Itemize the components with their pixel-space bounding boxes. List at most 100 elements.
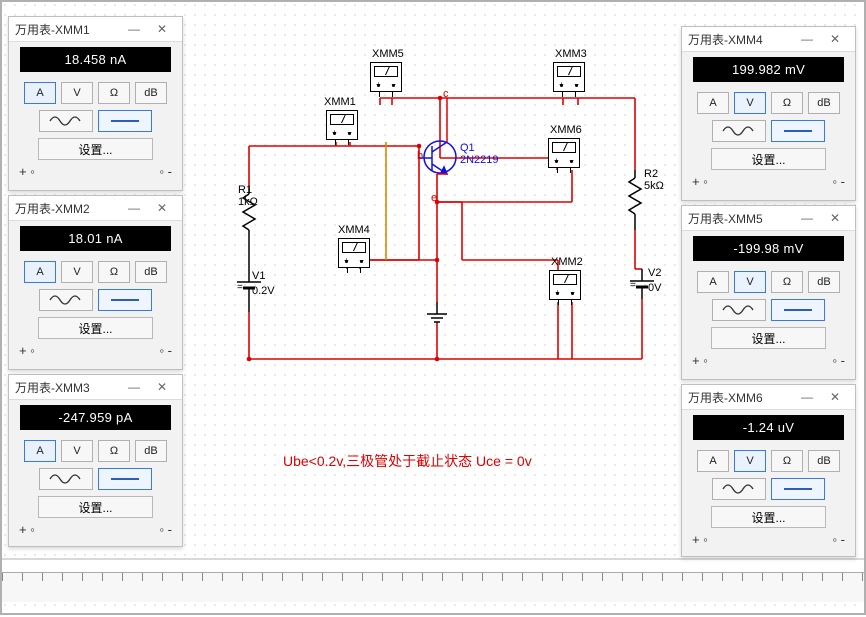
probe-xmm4[interactable]: +−	[338, 238, 370, 268]
meter-xmm4: 万用表-XMM4—✕199.982 mVAVΩdB设置...+ ◦◦ -	[681, 26, 856, 201]
mode-db-button[interactable]: dB	[808, 271, 840, 293]
minus-terminal: ◦ -	[832, 532, 845, 547]
dc-button[interactable]	[771, 478, 825, 500]
node-e: e	[431, 192, 437, 204]
mode-ohm-button[interactable]: Ω	[98, 82, 130, 104]
label-xmm6: XMM6	[550, 124, 582, 136]
minimize-icon[interactable]: —	[120, 22, 148, 36]
close-icon[interactable]: ✕	[821, 32, 849, 46]
mode-v-button[interactable]: V	[734, 92, 766, 114]
settings-button[interactable]: 设置...	[711, 506, 826, 528]
label-xmm5: XMM5	[372, 48, 404, 60]
titlebar[interactable]: 万用表-XMM3—✕	[9, 375, 182, 400]
probe-xmm1[interactable]: +−	[326, 110, 358, 140]
dc-button[interactable]	[98, 110, 152, 132]
close-icon[interactable]: ✕	[821, 211, 849, 225]
window-title: 万用表-XMM1	[15, 21, 120, 38]
label-r2-val: 5kΩ	[644, 180, 664, 192]
probe-xmm5[interactable]: +−	[370, 62, 402, 92]
close-icon[interactable]: ✕	[148, 22, 176, 36]
ac-button[interactable]	[712, 299, 766, 321]
mode-ohm-button[interactable]: Ω	[98, 261, 130, 283]
meter-xmm2: 万用表-XMM2—✕18.01 nAAVΩdB设置...+ ◦◦ -	[8, 195, 183, 370]
settings-button[interactable]: 设置...	[711, 148, 826, 170]
settings-button[interactable]: 设置...	[711, 327, 826, 349]
settings-button[interactable]: 设置...	[38, 317, 153, 339]
mode-ohm-button[interactable]: Ω	[98, 440, 130, 462]
minimize-icon[interactable]: —	[120, 201, 148, 215]
mode-v-button[interactable]: V	[61, 82, 93, 104]
ac-button[interactable]	[39, 468, 93, 490]
mode-v-button[interactable]: V	[61, 440, 93, 462]
probe-xmm2[interactable]: +−	[549, 270, 581, 300]
minimize-icon[interactable]: —	[120, 380, 148, 394]
window-title: 万用表-XMM5	[688, 210, 793, 227]
plus-terminal: + ◦	[19, 343, 35, 358]
minus-terminal: ◦ -	[159, 522, 172, 537]
probe-xmm3[interactable]: +−	[553, 62, 585, 92]
meter-xmm3: 万用表-XMM3—✕ -247.959 pA AVΩdB 设置...+ ◦ ◦ -	[8, 374, 183, 547]
ruler-horizontal	[2, 572, 864, 602]
mode-v-button[interactable]: V	[734, 271, 766, 293]
mode-v-button[interactable]: V	[61, 261, 93, 283]
titlebar[interactable]: 万用表-XMM1—✕	[9, 17, 182, 42]
meter-xmm5: 万用表-XMM5—✕-199.98 mVAVΩdB设置...+ ◦◦ -	[681, 205, 856, 380]
mode-ohm-button[interactable]: Ω	[771, 271, 803, 293]
close-icon[interactable]: ✕	[148, 380, 176, 394]
plus-terminal: + ◦	[19, 522, 35, 537]
node-b: b	[417, 150, 423, 162]
readout: 18.458 nA	[20, 47, 171, 72]
settings-button[interactable]: 设置...	[38, 138, 153, 160]
plus-terminal: + ◦	[692, 353, 708, 368]
window-title: 万用表-XMM4	[688, 31, 793, 48]
mode-db-button[interactable]: dB	[135, 82, 167, 104]
mode-a-button[interactable]: A	[697, 271, 729, 293]
minimize-icon[interactable]: —	[793, 211, 821, 225]
readout: 199.982 mV	[693, 57, 844, 82]
node-c: c	[443, 88, 449, 100]
titlebar[interactable]: 万用表-XMM2—✕	[9, 196, 182, 221]
plus-terminal: + ◦	[19, 164, 35, 179]
meter-xmm1: 万用表-XMM1—✕18.458 nAAVΩdB设置...+ ◦◦ -	[8, 16, 183, 191]
probe-xmm6[interactable]: +−	[548, 138, 580, 168]
label-xmm4: XMM4	[338, 224, 370, 236]
readout: -1.24 uV	[693, 415, 844, 440]
mode-db-button[interactable]: dB	[808, 92, 840, 114]
dc-button[interactable]	[771, 120, 825, 142]
mode-a-button[interactable]: A	[697, 92, 729, 114]
mode-db-button[interactable]: dB	[135, 261, 167, 283]
ac-button[interactable]	[39, 110, 93, 132]
dc-button[interactable]	[98, 289, 152, 311]
close-icon[interactable]: ✕	[148, 201, 176, 215]
label-v2-val: 0V	[648, 282, 661, 294]
mode-ohm-button[interactable]: Ω	[771, 92, 803, 114]
label-q1-ref: Q1	[460, 142, 475, 154]
ac-button[interactable]	[712, 120, 766, 142]
titlebar[interactable]: 万用表-XMM4—✕	[682, 27, 855, 52]
dc-button[interactable]	[771, 299, 825, 321]
ac-button[interactable]	[39, 289, 93, 311]
plus-terminal: + ◦	[692, 174, 708, 189]
settings-button[interactable]: 设置...	[38, 496, 153, 518]
mode-a-button[interactable]: A	[24, 440, 56, 462]
label-v1-val: 0.2V	[252, 285, 275, 297]
ac-button[interactable]	[712, 478, 766, 500]
mode-ohm-button[interactable]: Ω	[771, 450, 803, 472]
mode-a-button[interactable]: A	[24, 261, 56, 283]
mode-v-button[interactable]: V	[734, 450, 766, 472]
minimize-icon[interactable]: —	[793, 390, 821, 404]
close-icon[interactable]: ✕	[821, 390, 849, 404]
readout: -247.959 pA	[20, 405, 171, 430]
mode-db-button[interactable]: dB	[135, 440, 167, 462]
dc-button[interactable]	[98, 468, 152, 490]
mode-db-button[interactable]: dB	[808, 450, 840, 472]
label-v2-ref: V2	[648, 267, 661, 279]
minimize-icon[interactable]: —	[793, 32, 821, 46]
titlebar[interactable]: 万用表-XMM6—✕	[682, 385, 855, 410]
titlebar[interactable]: 万用表-XMM5—✕	[682, 206, 855, 231]
label-r1-val: 1kΩ	[238, 196, 258, 208]
window-title: 万用表-XMM2	[15, 200, 120, 217]
mode-a-button[interactable]: A	[697, 450, 729, 472]
mode-a-button[interactable]: A	[24, 82, 56, 104]
readout: -199.98 mV	[693, 236, 844, 261]
